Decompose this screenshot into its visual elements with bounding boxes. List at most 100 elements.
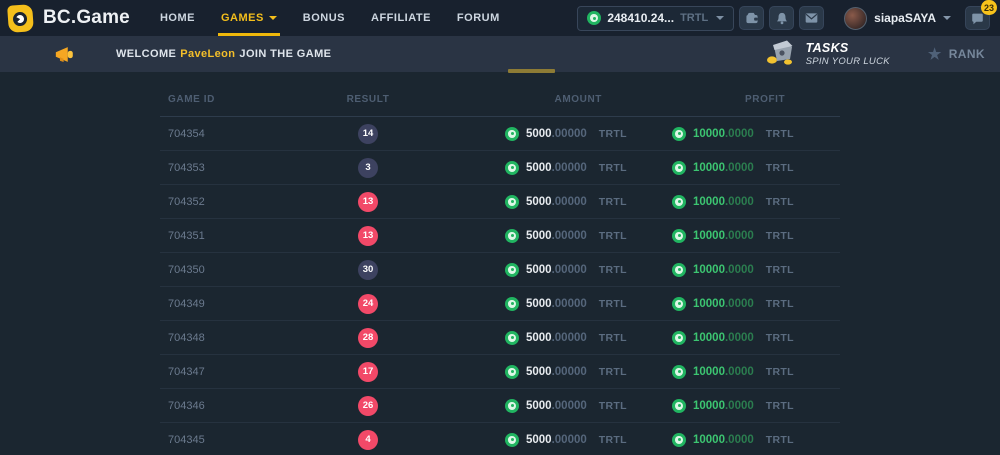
- table-row[interactable]: 704354 14 5000.00000 TRTL 10000.0000 TRT…: [160, 117, 840, 151]
- profit-currency: TRTL: [766, 400, 794, 412]
- profit-value: 10000.0000: [693, 332, 754, 344]
- profit-currency: TRTL: [766, 366, 794, 378]
- chat-unread-badge: 23: [981, 0, 997, 15]
- result-badge: 14: [358, 124, 378, 144]
- balance-currency: TRTL: [680, 12, 708, 24]
- table-row[interactable]: 704346 26 5000.00000 TRTL 10000.0000 TRT…: [160, 389, 840, 423]
- coin-icon: [672, 195, 686, 209]
- table-row[interactable]: 704349 24 5000.00000 TRTL 10000.0000 TRT…: [160, 287, 840, 321]
- nav-games[interactable]: GAMES: [221, 0, 277, 36]
- topbar-right: 248410.24... TRTL siapaSAYA: [577, 6, 990, 31]
- coin-icon: [672, 331, 686, 345]
- chevron-down-icon: [269, 16, 277, 20]
- result-cell: 17: [328, 362, 408, 382]
- result-badge: 4: [358, 430, 378, 450]
- amount-cell: 5000.00000 TRTL: [505, 331, 627, 345]
- game-id-cell: 704352: [168, 196, 205, 208]
- nav-affiliate[interactable]: AFFILIATE: [371, 0, 431, 36]
- coin-icon: [505, 433, 519, 447]
- welcome-banner: WELCOMEPaveLeonJOIN THE GAME TASKS SPIN …: [0, 36, 1000, 72]
- game-id-cell: 704354: [168, 128, 205, 140]
- star-icon: ★: [928, 47, 942, 62]
- amount-value: 5000.00000: [526, 332, 587, 344]
- brand[interactable]: BC.Game: [8, 5, 130, 32]
- result-badge: 13: [358, 226, 378, 246]
- result-badge: 30: [358, 260, 378, 280]
- table-row[interactable]: 704348 28 5000.00000 TRTL 10000.0000 TRT…: [160, 321, 840, 355]
- result-cell: 3: [328, 158, 408, 178]
- nav-home[interactable]: HOME: [160, 0, 195, 36]
- profit-value: 10000.0000: [693, 196, 754, 208]
- profit-cell: 10000.0000 TRTL: [672, 331, 794, 345]
- nav-bonus[interactable]: BONUS: [303, 0, 345, 36]
- nav-forum[interactable]: FORUM: [457, 0, 500, 36]
- tasks-chest-icon: [765, 38, 797, 70]
- welcome-username: PaveLeon: [180, 48, 235, 60]
- profit-value: 10000.0000: [693, 230, 754, 242]
- amount-cell: 5000.00000 TRTL: [505, 399, 627, 413]
- coin-icon: [505, 229, 519, 243]
- profit-currency: TRTL: [766, 196, 794, 208]
- messages-button[interactable]: [799, 6, 824, 30]
- result-badge: 13: [358, 192, 378, 212]
- bell-icon: [776, 12, 788, 25]
- amount-currency: TRTL: [599, 434, 627, 446]
- amount-value: 5000.00000: [526, 264, 587, 276]
- table-row[interactable]: 704352 13 5000.00000 TRTL 10000.0000 TRT…: [160, 185, 840, 219]
- amount-currency: TRTL: [599, 332, 627, 344]
- coin-icon: [672, 229, 686, 243]
- table-row[interactable]: 704351 13 5000.00000 TRTL 10000.0000 TRT…: [160, 219, 840, 253]
- profit-cell: 10000.0000 TRTL: [672, 263, 794, 277]
- rank-widget[interactable]: ★ RANK: [928, 47, 985, 62]
- table-body: 704354 14 5000.00000 TRTL 10000.0000 TRT…: [160, 117, 840, 455]
- header-amount: AMOUNT: [507, 94, 602, 105]
- profit-currency: TRTL: [766, 230, 794, 242]
- coin-icon: [672, 399, 686, 413]
- user-menu[interactable]: siapaSAYA: [844, 7, 951, 30]
- amount-currency: TRTL: [599, 162, 627, 174]
- tasks-widget[interactable]: TASKS SPIN YOUR LUCK: [765, 38, 890, 70]
- profit-value: 10000.0000: [693, 128, 754, 140]
- coin-icon: [505, 127, 519, 141]
- profit-cell: 10000.0000 TRTL: [672, 229, 794, 243]
- amount-value: 5000.00000: [526, 230, 587, 242]
- amount-value: 5000.00000: [526, 434, 587, 446]
- profit-value: 10000.0000: [693, 434, 754, 446]
- amount-currency: TRTL: [599, 196, 627, 208]
- amount-value: 5000.00000: [526, 366, 587, 378]
- tab-indicator: [508, 69, 555, 73]
- avatar: [844, 7, 867, 30]
- nav-games-label: GAMES: [221, 12, 264, 24]
- game-id-cell: 704346: [168, 400, 205, 412]
- profit-value: 10000.0000: [693, 264, 754, 276]
- chevron-down-icon: [716, 16, 724, 20]
- coin-icon: [505, 297, 519, 311]
- amount-cell: 5000.00000 TRTL: [505, 229, 627, 243]
- profit-cell: 10000.0000 TRTL: [672, 161, 794, 175]
- table-row[interactable]: 704353 3 5000.00000 TRTL 10000.0000 TRTL: [160, 151, 840, 185]
- coin-icon: [505, 195, 519, 209]
- notifications-button[interactable]: [769, 6, 794, 30]
- table-row[interactable]: 704347 17 5000.00000 TRTL 10000.0000 TRT…: [160, 355, 840, 389]
- result-cell: 28: [328, 328, 408, 348]
- balance-selector[interactable]: 248410.24... TRTL: [577, 6, 734, 31]
- wallet-button[interactable]: [739, 6, 764, 30]
- chat-button[interactable]: 23: [965, 6, 990, 30]
- welcome-prefix: WELCOME: [116, 48, 176, 60]
- tasks-text: TASKS SPIN YOUR LUCK: [806, 41, 890, 67]
- result-badge: 3: [358, 158, 378, 178]
- profit-cell: 10000.0000 TRTL: [672, 195, 794, 209]
- amount-cell: 5000.00000 TRTL: [505, 433, 627, 447]
- coin-icon: [505, 331, 519, 345]
- table-row[interactable]: 704345 4 5000.00000 TRTL 10000.0000 TRTL: [160, 423, 840, 455]
- amount-cell: 5000.00000 TRTL: [505, 127, 627, 141]
- amount-value: 5000.00000: [526, 128, 587, 140]
- coin-icon: [672, 127, 686, 141]
- rank-label: RANK: [949, 47, 985, 61]
- game-id-cell: 704350: [168, 264, 205, 276]
- topbar: BC.Game HOME GAMES BONUS AFFILIATE FORUM…: [0, 0, 1000, 36]
- banner-right: TASKS SPIN YOUR LUCK ★ RANK: [765, 38, 985, 70]
- amount-cell: 5000.00000 TRTL: [505, 365, 627, 379]
- coin-icon: [505, 365, 519, 379]
- table-row[interactable]: 704350 30 5000.00000 TRTL 10000.0000 TRT…: [160, 253, 840, 287]
